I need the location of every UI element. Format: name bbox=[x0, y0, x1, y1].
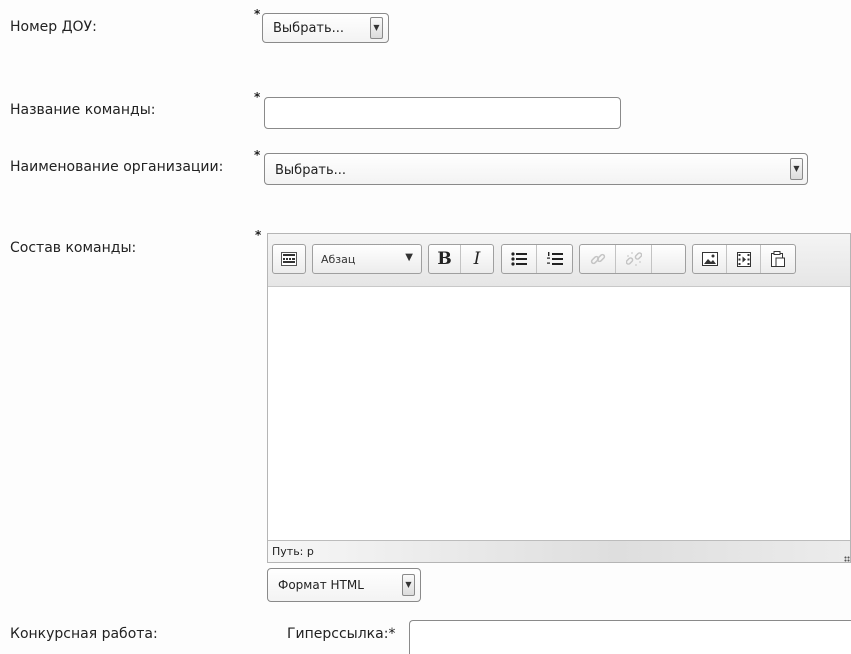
organization-label: Наименование организации: bbox=[10, 159, 224, 175]
chevron-down-icon[interactable]: ▼ bbox=[402, 574, 415, 596]
text-format-select[interactable]: Формат HTML ▼ bbox=[267, 568, 421, 602]
contest-work-label: Конкурсная работа: bbox=[10, 626, 158, 642]
paste-icon bbox=[771, 251, 785, 267]
paragraph-format-value: Абзац bbox=[321, 252, 356, 266]
numbered-list-icon bbox=[546, 252, 563, 265]
italic-button[interactable]: I bbox=[461, 245, 493, 273]
bullet-list-icon bbox=[511, 252, 527, 266]
dropdown-arrow-icon: ▼ bbox=[405, 252, 413, 263]
dou-number-selected: Выбрать... bbox=[273, 21, 345, 36]
organization-selected: Выбрать... bbox=[275, 163, 347, 178]
required-mark: * bbox=[255, 228, 262, 242]
editor-path-text: Путь: p bbox=[272, 545, 314, 558]
link-group bbox=[579, 244, 686, 274]
editor-content-area[interactable] bbox=[268, 287, 850, 540]
team-name-input[interactable] bbox=[264, 97, 621, 129]
editor-path-bar: Путь: p bbox=[268, 540, 850, 562]
numbered-list-button[interactable] bbox=[537, 245, 572, 273]
bold-icon: B bbox=[437, 249, 452, 269]
empty-toolbar-slot bbox=[652, 245, 685, 273]
hyperlink-input[interactable] bbox=[409, 620, 851, 654]
team-name-label: Название команды: bbox=[10, 102, 156, 118]
dou-number-select[interactable]: Выбрать... ▼ bbox=[262, 13, 389, 43]
required-mark: * bbox=[254, 7, 261, 21]
media-group bbox=[692, 244, 796, 274]
bullet-list-button[interactable] bbox=[502, 245, 537, 273]
paragraph-format-select[interactable]: Абзац ▼ bbox=[312, 244, 422, 274]
team-members-label: Состав команды: bbox=[10, 240, 137, 256]
unlink-icon bbox=[625, 252, 642, 266]
toolbar-toggle-button[interactable] bbox=[272, 244, 306, 274]
insert-media-button[interactable] bbox=[727, 245, 761, 273]
chevron-down-icon[interactable]: ▼ bbox=[790, 158, 803, 180]
bold-button[interactable]: B bbox=[429, 245, 461, 273]
italic-icon: I bbox=[473, 249, 481, 269]
film-icon bbox=[736, 251, 751, 267]
rich-text-editor: Абзац ▼ B I Путь: p bbox=[267, 233, 851, 563]
paste-button[interactable] bbox=[761, 245, 795, 273]
insert-link-button[interactable] bbox=[580, 245, 616, 273]
organization-select[interactable]: Выбрать... ▼ bbox=[264, 153, 808, 185]
editor-toolbar: Абзац ▼ B I bbox=[268, 234, 850, 287]
text-style-group: B I bbox=[428, 244, 494, 274]
keyboard-icon bbox=[281, 252, 297, 266]
link-icon bbox=[590, 253, 605, 265]
required-mark: * bbox=[254, 148, 261, 162]
insert-image-button[interactable] bbox=[693, 245, 727, 273]
dou-number-label: Номер ДОУ: bbox=[10, 19, 97, 35]
chevron-down-icon[interactable]: ▼ bbox=[370, 17, 383, 39]
resize-grip-icon[interactable] bbox=[844, 556, 850, 562]
text-format-selected: Формат HTML bbox=[278, 578, 364, 592]
image-icon bbox=[701, 252, 718, 266]
hyperlink-label: Гиперссылка:* bbox=[287, 626, 396, 642]
required-mark: * bbox=[254, 90, 261, 104]
list-group bbox=[501, 244, 573, 274]
unlink-button[interactable] bbox=[616, 245, 652, 273]
